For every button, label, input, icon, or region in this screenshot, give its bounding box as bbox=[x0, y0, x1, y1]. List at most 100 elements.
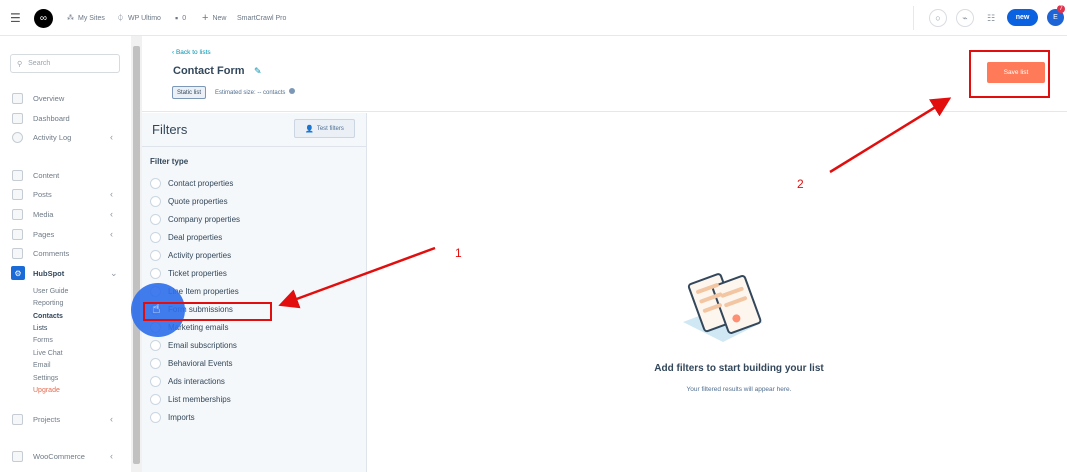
filter-type-label: Filter type bbox=[150, 157, 189, 166]
filter-type-behavioral-events[interactable]: Behavioral Events bbox=[150, 356, 232, 370]
empty-state-title: Add filters to start building your list bbox=[654, 363, 824, 374]
radio-icon bbox=[150, 177, 161, 189]
radio-icon bbox=[150, 249, 161, 261]
admin-top-bar: ☰ ∞ ⁂ My Sites ⏀ WP Ultimo ▪ 0 + New Sma… bbox=[0, 0, 1067, 36]
sidebar-item-pages[interactable]: Pages ‹ bbox=[0, 225, 131, 243]
dashboard-icon bbox=[12, 112, 23, 124]
radio-icon bbox=[150, 393, 161, 405]
woocommerce-icon bbox=[12, 450, 23, 462]
hubspot-sub-lists[interactable]: Lists bbox=[33, 325, 47, 332]
new-content-link[interactable]: + New bbox=[202, 0, 226, 36]
sidebar-item-woocommerce[interactable]: WooCommerce ‹ bbox=[0, 447, 131, 465]
chevron-left-icon: ‹ bbox=[110, 189, 113, 199]
scrollbar-thumb[interactable] bbox=[133, 46, 140, 464]
plus-icon: + bbox=[202, 12, 209, 24]
radio-icon bbox=[150, 195, 161, 207]
list-header: ‹ Back to lists Contact Form ✎ Static li… bbox=[142, 36, 1067, 112]
chevron-left-icon: ‹ bbox=[110, 414, 113, 424]
radio-icon bbox=[150, 213, 161, 225]
site-name-link[interactable]: SmartCrawl Pro bbox=[237, 0, 286, 36]
content-icon bbox=[12, 169, 23, 181]
overview-icon bbox=[12, 92, 23, 104]
filter-type-company-properties[interactable]: Company properties bbox=[150, 212, 240, 226]
chevron-left-icon: ‹ bbox=[110, 209, 113, 219]
filter-type-deal-properties[interactable]: Deal properties bbox=[150, 230, 222, 244]
comments-icon bbox=[12, 247, 23, 259]
sites-icon: ⁂ bbox=[67, 15, 74, 22]
radio-icon bbox=[150, 357, 161, 369]
sidebar-item-dashboard[interactable]: Dashboard bbox=[0, 109, 131, 127]
test-filters-button[interactable]: 👤 Test filters bbox=[294, 119, 355, 138]
empty-state-subtitle: Your filtered results will appear here. bbox=[686, 386, 792, 393]
radio-icon bbox=[150, 339, 161, 351]
hubspot-sub-live-chat[interactable]: Live Chat bbox=[33, 350, 63, 357]
radio-icon bbox=[150, 375, 161, 387]
chevron-left-icon: ‹ bbox=[110, 451, 113, 461]
filter-type-list-memberships[interactable]: List memberships bbox=[150, 392, 231, 406]
hubspot-sub-reporting[interactable]: Reporting bbox=[33, 300, 63, 307]
divider bbox=[913, 6, 914, 30]
sidebar-scrollbar[interactable] bbox=[131, 36, 142, 472]
hubspot-icon: ⚙ bbox=[11, 266, 25, 280]
filter-type-ads-interactions[interactable]: Ads interactions bbox=[150, 374, 225, 388]
hand-cursor-icon: ☝ bbox=[152, 300, 161, 316]
filter-type-activity-properties[interactable]: Activity properties bbox=[150, 248, 231, 262]
list-editor: ‹ Back to lists Contact Form ✎ Static li… bbox=[142, 36, 1067, 472]
sidebar-item-media[interactable]: Media ‹ bbox=[0, 205, 131, 223]
sidebar-item-projects[interactable]: Projects ‹ bbox=[0, 410, 131, 428]
my-sites-link[interactable]: ⁂ My Sites bbox=[67, 0, 105, 36]
back-to-lists-link[interactable]: ‹ Back to lists bbox=[172, 49, 211, 56]
sidebar-item-posts[interactable]: Posts ‹ bbox=[0, 185, 131, 203]
chevron-down-icon: ⌄ bbox=[110, 267, 118, 278]
infinity-logo-icon: ∞ bbox=[34, 8, 53, 28]
sidebar-item-overview[interactable]: Overview bbox=[0, 89, 131, 107]
page-title: Contact Form bbox=[173, 65, 245, 77]
empty-state-illustration bbox=[683, 273, 763, 342]
filters-header: Filters 👤 Test filters bbox=[142, 113, 367, 147]
hubspot-sub-upgrade[interactable]: Upgrade bbox=[33, 387, 60, 394]
settings-sliders-icon[interactable]: ☷ bbox=[982, 9, 1000, 27]
chevron-left-icon: ‹ bbox=[110, 132, 113, 142]
info-icon[interactable] bbox=[289, 88, 296, 94]
new-button[interactable]: new bbox=[1007, 9, 1038, 26]
sidebar-item-comments[interactable]: Comments bbox=[0, 244, 131, 262]
hubspot-sub-settings[interactable]: Settings bbox=[33, 375, 58, 382]
wp-ultimo-icon: ⏀ bbox=[117, 15, 124, 22]
comments-link[interactable]: ▪ 0 bbox=[175, 0, 186, 36]
save-list-button[interactable]: Save list bbox=[987, 62, 1045, 83]
wp-ultimo-link[interactable]: ⏀ WP Ultimo bbox=[117, 0, 161, 36]
comment-icon: ▪ bbox=[175, 13, 179, 23]
filter-type-imports[interactable]: Imports bbox=[150, 410, 195, 424]
sidebar-item-hubspot[interactable]: ⚙ HubSpot ⌄ bbox=[0, 264, 131, 282]
history-icon bbox=[12, 131, 23, 143]
site-logo[interactable]: ∞ bbox=[34, 0, 53, 36]
static-list-badge: Static list bbox=[172, 86, 207, 99]
search-icon[interactable]: ○ bbox=[929, 9, 947, 27]
link-icon[interactable]: ⌁ bbox=[956, 9, 974, 27]
sidebar-item-content[interactable]: Content bbox=[0, 166, 131, 184]
filter-type-contact-properties[interactable]: Contact properties bbox=[150, 176, 233, 190]
filter-type-ticket-properties[interactable]: Ticket properties bbox=[150, 266, 227, 280]
radio-icon bbox=[150, 231, 161, 243]
filter-type-email-subscriptions[interactable]: Email subscriptions bbox=[150, 338, 237, 352]
user-icon: 👤 bbox=[305, 125, 314, 133]
filters-title: Filters bbox=[152, 122, 188, 137]
pages-icon bbox=[12, 228, 23, 240]
menu-toggle-icon[interactable]: ☰ bbox=[10, 0, 21, 36]
edit-pencil-icon[interactable]: ✎ bbox=[254, 66, 262, 77]
projects-icon bbox=[12, 413, 23, 425]
hubspot-sub-email[interactable]: Email bbox=[33, 362, 51, 369]
admin-sidebar: ⚲ Search Overview Dashboard Activity Log… bbox=[0, 36, 131, 472]
radio-icon bbox=[150, 411, 161, 423]
sidebar-search-input[interactable]: ⚲ Search bbox=[10, 54, 120, 73]
radio-icon bbox=[150, 267, 161, 279]
search-icon: ⚲ bbox=[17, 60, 23, 68]
hubspot-sub-forms[interactable]: Forms bbox=[33, 337, 53, 344]
estimated-size-text: Estimated size: -- contacts bbox=[215, 88, 296, 96]
hubspot-sub-user-guide[interactable]: User Guide bbox=[33, 288, 68, 295]
filter-type-quote-properties[interactable]: Quote properties bbox=[150, 194, 228, 208]
hubspot-sub-contacts[interactable]: Contacts bbox=[33, 313, 63, 320]
sidebar-item-activity-log[interactable]: Activity Log ‹ bbox=[0, 128, 131, 146]
notification-badge: 7 bbox=[1057, 5, 1065, 13]
posts-icon bbox=[12, 188, 23, 200]
